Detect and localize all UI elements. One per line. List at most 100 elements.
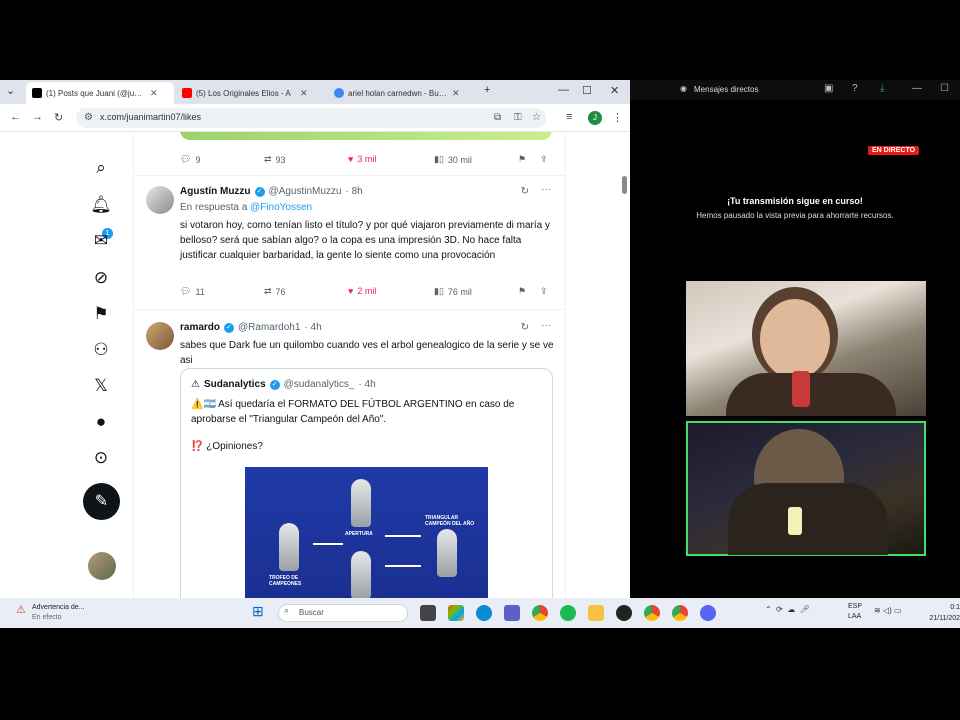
close-icon[interactable]: ✕ [150, 88, 158, 99]
site-info-icon[interactable]: ⚙ [84, 112, 93, 123]
url-field[interactable]: ⚙ x.com/juanimartin07/likes ⧉ ⚿ ☆ [76, 108, 546, 128]
communities-icon[interactable]: ⚇ [89, 338, 113, 362]
premium-x-icon[interactable]: 𝕏 [89, 374, 113, 398]
person-face [760, 299, 830, 379]
reply-icon: 💬︎ [180, 154, 192, 164]
stream-titlebar: ◉ Mensajes directos ▣ ? ⤓ — ☐ [630, 80, 960, 100]
back-icon[interactable]: ← [10, 111, 21, 123]
avatar[interactable] [146, 186, 174, 214]
tweet-header: ramardo ✓ @Ramardoh1 · 4h [180, 322, 322, 333]
like-button[interactable]: ♥ 3 mil [348, 154, 376, 164]
bracket-arrow [385, 565, 421, 567]
quote-image[interactable]: APERTURA TROFEO DE CAMPEONES TRIANGULAR … [245, 467, 488, 598]
youtube-favicon-icon [182, 88, 192, 98]
scrollbar-thumb[interactable] [622, 176, 627, 194]
app-icon[interactable] [616, 605, 632, 621]
download-icon[interactable]: ⤓ [880, 83, 884, 94]
webcam-tile-1[interactable] [686, 281, 926, 416]
task-view-icon[interactable] [420, 605, 436, 621]
more-icon[interactable]: ⊙ [89, 446, 113, 470]
grok-icon[interactable]: ⊘ [89, 266, 113, 290]
reply-button[interactable]: 💬︎ 9 [180, 154, 200, 165]
copilot-icon[interactable] [448, 605, 464, 621]
close-icon[interactable]: ✕ [300, 88, 308, 99]
reply-button[interactable]: 💬︎ 11 [180, 286, 205, 297]
verified-icon: ✓ [269, 379, 280, 390]
share-icon[interactable]: ⇪ [540, 154, 548, 165]
edge-icon[interactable] [476, 605, 492, 621]
discord-icon[interactable] [700, 605, 716, 621]
explore-icon[interactable]: ⌕ [89, 156, 113, 180]
new-tab-icon[interactable]: + [484, 84, 490, 96]
discord-icon: ◉ [680, 84, 687, 93]
repost-icon: ⇄ [264, 286, 272, 296]
reload-icon[interactable]: ↻ [54, 111, 63, 124]
maximize-icon[interactable]: ☐ [582, 84, 592, 97]
post-button[interactable]: ✎ [83, 483, 120, 520]
live-badge: EN DIRECTO [868, 146, 920, 155]
close-icon[interactable]: ✕ [452, 88, 460, 99]
user-avatar[interactable] [88, 552, 116, 580]
profile-avatar[interactable]: J [588, 111, 602, 125]
tab-youtube[interactable]: (5) Los Originales Elios - A ✕ [176, 82, 326, 104]
tweet-header: Agustín Muzzu ✓ @AgustinMuzzu · 8h [180, 186, 363, 197]
maximize-icon[interactable]: ☐ [940, 83, 949, 94]
quoted-tweet[interactable]: ⚠ Sudanalytics ✓ @sudanalytics_ · 4h ⚠️🇦… [180, 368, 553, 598]
views-icon: ▮▯ [434, 154, 444, 164]
views-button[interactable]: ▮▯ 76 mil [434, 286, 472, 297]
bookmark-icon[interactable]: ⚑ [518, 154, 526, 165]
bookmark-star-icon[interactable]: ☆ [532, 112, 541, 123]
install-icon[interactable]: ⧉ [494, 112, 501, 123]
input-language[interactable]: ESP LAA [848, 602, 862, 622]
spotify-icon[interactable] [560, 605, 576, 621]
wifi-icon[interactable]: ≋ ◁) ▭ [874, 606, 902, 615]
chrome-profile-icon[interactable] [672, 605, 688, 621]
teams-icon[interactable] [504, 605, 520, 621]
profile-icon[interactable]: ● [89, 410, 113, 434]
quote-text: ⚠️🇦🇷 Así quedaría el FORMATO DEL FÚTBOL … [191, 399, 515, 425]
media-icon[interactable]: ≡ [566, 111, 572, 123]
like-button[interactable]: ♥ 2 mil [348, 286, 376, 296]
tab-x-posts[interactable]: (1) Posts que Juani (@juanimar ✕ [26, 82, 174, 104]
tweet-text: sabes que Dark fue un quilombo cuando ve… [180, 340, 554, 366]
bookmark-icon[interactable]: ⚑ [518, 286, 526, 297]
minimize-icon[interactable]: — [558, 84, 569, 96]
pip-icon[interactable]: ▣ [824, 83, 833, 94]
avatar[interactable] [146, 322, 174, 350]
repost-button[interactable]: ⇄ 93 [264, 154, 286, 165]
help-icon[interactable]: ? [852, 83, 858, 94]
close-window-icon[interactable]: ✕ [610, 84, 619, 97]
chrome-profile-icon[interactable] [644, 605, 660, 621]
system-tray[interactable]: ⌃ ⟳ ☁ 🎤︎ [765, 605, 810, 614]
menu-icon[interactable]: ⋮ [612, 111, 623, 124]
grok-icon[interactable]: ↻ [521, 186, 529, 197]
address-bar: ← → ↻ ⚙ x.com/juanimartin07/likes ⧉ ⚿ ☆ … [0, 104, 630, 132]
divider [134, 175, 566, 176]
taskbar-search[interactable]: Buscar [278, 604, 408, 622]
tab-google-search[interactable]: ariel holan carnedwn - Buscar ✕ [328, 82, 478, 104]
clock[interactable]: 0:1 21/11/202 [925, 602, 960, 624]
file-explorer-icon[interactable] [588, 605, 604, 621]
stream-message-body: Hemos pausado la vista previa para ahorr… [696, 211, 894, 220]
bookmarks-icon[interactable]: ⚑ [89, 302, 113, 326]
repost-button[interactable]: ⇄ 76 [264, 286, 286, 297]
notifications-icon[interactable]: 🔔︎ [89, 193, 113, 217]
webcam-tile-2[interactable] [686, 421, 926, 556]
chrome-icon[interactable] [532, 605, 548, 621]
more-options-icon[interactable]: ··· [541, 320, 551, 331]
grok-icon[interactable]: ↻ [521, 322, 529, 333]
tab-search-icon[interactable]: ⌄ [6, 84, 15, 97]
person-shirt [726, 373, 896, 416]
warning-widget[interactable]: Advertencia de... En efecto [32, 603, 85, 623]
previous-post-media[interactable] [180, 132, 552, 140]
views-button[interactable]: ▮▯ 30 mil [434, 154, 472, 165]
quote-question: ⁉️ ¿Opiniones? [191, 441, 263, 452]
password-key-icon[interactable]: ⚿ [514, 112, 522, 123]
messages-icon[interactable]: ✉ [89, 229, 113, 253]
more-options-icon[interactable]: ··· [541, 184, 551, 195]
share-icon[interactable]: ⇪ [540, 286, 548, 297]
forward-icon[interactable]: → [32, 111, 43, 123]
warning-icon[interactable]: ⚠ [16, 603, 26, 616]
minimize-icon[interactable]: — [912, 83, 922, 94]
windows-start-icon[interactable]: ⊞ [252, 603, 264, 620]
